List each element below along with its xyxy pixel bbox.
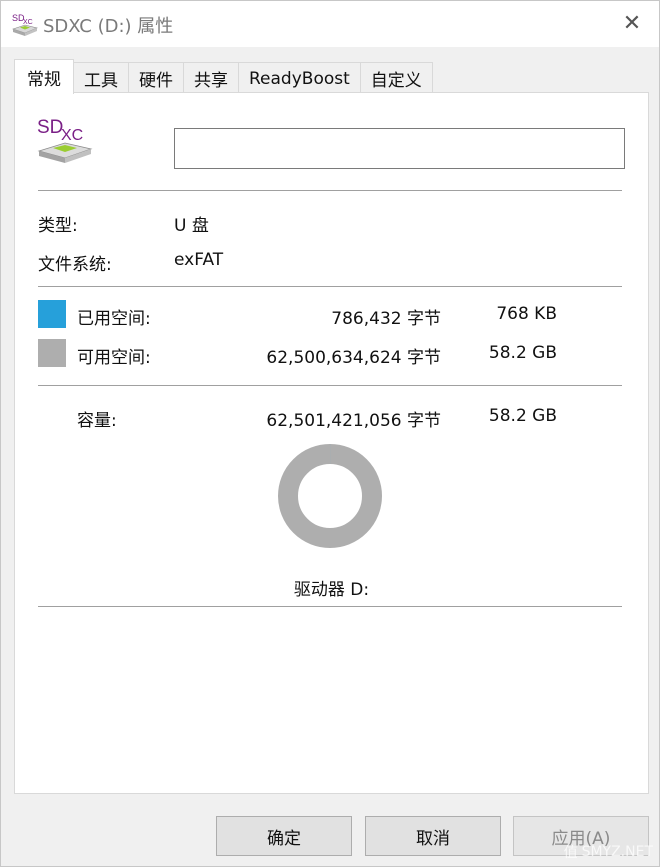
separator [38,385,622,386]
volume-name-input[interactable] [174,128,625,169]
type-value: U 盘 [174,216,209,236]
capacity-bytes: 62,501,421,056 字节 [266,411,441,431]
drive-label: 驱动器 D: [293,580,370,600]
free-space-bytes: 62,500,634,624 字节 [266,348,441,368]
watermark-text: SMYZ.NET [581,844,653,860]
window-title: SDXC (D:) 属性 [43,16,174,37]
tab-label: 共享 [194,71,228,91]
used-space-swatch [38,300,66,328]
tab-tools[interactable]: 工具 [73,62,129,94]
sdxc-drive-icon: SD XC [12,13,38,36]
capacity-label: 容量: [77,411,117,431]
tab-label: 常规 [27,69,61,90]
filesystem-value: exFAT [174,250,224,270]
separator [38,286,622,287]
separator [38,606,622,607]
free-space-label: 可用空间: [77,348,151,368]
tab-strip: 常规 工具 硬件 共享 ReadyBoost 自定义 [14,59,433,94]
tab-label: 自定义 [370,71,422,91]
tab-label: ReadyBoost [249,68,350,89]
used-space-bytes: 786,432 字节 [331,309,441,329]
cancel-button[interactable]: 取消 [365,816,501,856]
type-label: 类型: [38,216,78,236]
tab-customize[interactable]: 自定义 [359,62,433,94]
watermark: 值 SMYZ.NET [564,842,653,862]
icon-text-xc: XC [61,127,83,144]
capacity-size: 58.2 GB [488,406,557,426]
disk-usage-donut [278,443,382,548]
general-panel: SD XC 类型: U 盘 文件系统: exFAT 已用空间: 786,432 … [14,92,649,794]
tab-label: 工具 [84,71,118,91]
watermark-logo-icon: 值 [563,845,578,861]
tab-label: 硬件 [139,71,173,91]
sdxc-drive-icon: SD XC [37,117,93,163]
icon-text-sd: SD [37,117,63,138]
close-button[interactable]: ✕ [619,10,645,36]
tab-general[interactable]: 常规 [14,59,74,94]
filesystem-label: 文件系统: [38,255,112,275]
free-space-ring [278,444,382,548]
free-space-size: 58.2 GB [488,343,557,363]
ok-button[interactable]: 确定 [216,816,352,856]
tab-sharing[interactable]: 共享 [183,62,239,94]
properties-window: SD XC SDXC (D:) 属性 ✕ 常规 工具 硬件 共享 ReadyBo… [0,0,660,867]
used-space-label: 已用空间: [77,309,151,329]
close-icon: ✕ [622,10,642,36]
title-bar[interactable]: SD XC SDXC (D:) 属性 ✕ [1,1,659,47]
free-space-swatch [38,339,66,367]
tab-readyboost[interactable]: ReadyBoost [238,62,361,94]
tab-hardware[interactable]: 硬件 [128,62,184,94]
separator [38,190,622,191]
used-space-size: 768 KB [496,304,557,324]
